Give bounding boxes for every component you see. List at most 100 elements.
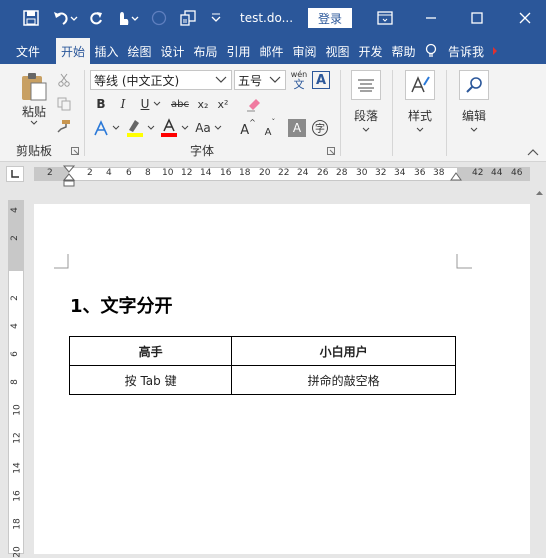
ribbon-tabs: 文件 开始 插入 绘图 设计 布局 引用 邮件 审阅 视图 开发 帮助 告诉我 (0, 36, 546, 64)
format-icon[interactable] (178, 6, 198, 30)
font-color-dropdown-icon[interactable] (180, 118, 190, 138)
table-cell[interactable]: 按 Tab 键 (68, 365, 233, 395)
grow-font-button[interactable]: A ^ (238, 118, 258, 138)
lightbulb-icon[interactable] (420, 38, 442, 64)
close-icon[interactable] (514, 6, 536, 30)
superscript-button[interactable]: x² (214, 94, 232, 114)
change-case-button[interactable]: Aa (192, 118, 214, 138)
tab-insert[interactable]: 插入 (90, 38, 123, 64)
editing-button[interactable]: 编辑 (454, 70, 494, 140)
tab-view[interactable]: 视图 (321, 38, 354, 64)
ruler-number: 24 (297, 168, 309, 178)
vertical-scrollbar[interactable] (533, 186, 546, 554)
ruler-number: 20 (12, 546, 23, 558)
ruler-number: 6 (9, 351, 20, 357)
shrink-font-button[interactable]: Aˇ (260, 118, 280, 138)
highlight-icon[interactable] (124, 116, 146, 140)
document-heading[interactable]: 1、文字分开 (70, 292, 173, 318)
clear-formatting-icon[interactable] (244, 94, 264, 114)
subscript-button[interactable]: x₂ (194, 94, 212, 114)
copy-icon[interactable] (54, 94, 74, 114)
touch-mode-icon[interactable] (112, 6, 142, 30)
indent-marker-icon[interactable] (63, 165, 75, 187)
ruler-number: 2 (47, 168, 53, 178)
margin-corner-mark (54, 254, 69, 269)
circle-icon[interactable] (150, 6, 168, 30)
ruler-number: 4 (9, 207, 20, 213)
scroll-up-icon[interactable] (535, 190, 544, 196)
paste-button[interactable]: 粘贴 (14, 70, 54, 126)
ruler-number: 28 (336, 168, 348, 178)
highlight-dropdown-icon[interactable] (146, 118, 156, 138)
document-table[interactable]: 高手 小白用户 按 Tab 键 拼命的敲空格 (68, 336, 456, 395)
cut-icon[interactable] (54, 70, 74, 90)
login-button[interactable]: 登录 (308, 8, 352, 28)
table-row: 高手 小白用户 (68, 336, 456, 366)
right-indent-marker-icon[interactable] (450, 172, 462, 182)
tell-me-search[interactable]: 告诉我 (442, 38, 490, 64)
font-launcher-icon[interactable] (326, 146, 336, 156)
styles-label: 样式 (407, 109, 432, 123)
collapse-ribbon-icon[interactable] (526, 146, 540, 158)
char-border-button[interactable]: A (312, 71, 330, 89)
table-cell[interactable]: 拼命的敲空格 (231, 365, 456, 395)
paste-dropdown-icon[interactable] (30, 120, 38, 126)
ruler-number: 30 (356, 168, 368, 178)
tab-selector-icon[interactable] (6, 166, 24, 182)
ruler-number: 22 (278, 168, 290, 178)
minimize-icon[interactable] (420, 6, 442, 30)
change-case-dropdown-icon[interactable] (213, 118, 223, 138)
ruler-number: 6 (126, 168, 132, 178)
tab-review[interactable]: 审阅 (288, 38, 321, 64)
text-effects-dropdown-icon[interactable] (111, 118, 121, 138)
separator (84, 70, 85, 156)
font-color-icon[interactable] (158, 116, 180, 140)
ruler-number: 10 (12, 404, 23, 416)
strikethrough-button[interactable]: abc (168, 94, 192, 114)
font-size-select[interactable]: 五号 (234, 70, 286, 90)
ruler-number: 4 (106, 168, 112, 178)
ruler-number: 4 (9, 323, 20, 329)
tab-draw[interactable]: 绘图 (123, 38, 156, 64)
tab-file[interactable]: 文件 (0, 38, 56, 64)
table-header-cell[interactable]: 高手 (68, 336, 233, 366)
tabs-scroll-icon[interactable] (490, 38, 500, 64)
shrink-font-label: A (264, 127, 272, 138)
document-page[interactable]: 1、文字分开 高手 小白用户 按 Tab 键 拼命的敲空格 (34, 204, 530, 554)
char-shading-button[interactable]: A (288, 119, 306, 137)
tab-help[interactable]: 帮助 (387, 38, 420, 64)
tab-design[interactable]: 设计 (156, 38, 189, 64)
ribbon-display-icon[interactable] (374, 6, 396, 30)
italic-button[interactable]: I (114, 94, 132, 114)
font-name-select[interactable]: 等线 (中文正文) (90, 70, 232, 90)
format-painter-icon[interactable] (54, 116, 74, 136)
table-header-cell[interactable]: 小白用户 (231, 336, 456, 366)
ruler-number: 32 (375, 168, 387, 178)
horizontal-ruler[interactable]: 2 2 4 6 8 10 12 14 16 18 20 22 24 26 28 30 32 34 36 38 42 44 4… (34, 165, 530, 187)
separator (392, 70, 393, 156)
svg-text:字: 字 (315, 122, 325, 135)
chevron-down-icon (269, 76, 281, 83)
undo-icon[interactable] (50, 6, 80, 30)
vertical-ruler[interactable]: 4 2 2 4 6 8 10 12 14 16 18 20 (8, 200, 24, 558)
grow-font-label: A (240, 123, 250, 138)
paragraph-button[interactable]: 段落 (346, 70, 386, 140)
customize-toolbar-icon[interactable] (207, 6, 225, 30)
styles-button[interactable]: 样式 (400, 70, 440, 140)
tab-mailings[interactable]: 邮件 (255, 38, 288, 64)
redo-icon[interactable] (86, 6, 106, 30)
tab-home[interactable]: 开始 (56, 38, 90, 64)
tab-layout[interactable]: 布局 (189, 38, 222, 64)
text-effects-button[interactable] (92, 118, 110, 138)
clipboard-launcher-icon[interactable] (70, 146, 80, 156)
tab-references[interactable]: 引用 (222, 38, 255, 64)
phonetic-guide-button[interactable]: wén 文 (288, 68, 310, 92)
ruler-number: 2 (9, 235, 20, 241)
save-icon[interactable] (20, 6, 42, 30)
bold-button[interactable]: B (92, 94, 110, 114)
maximize-icon[interactable] (466, 6, 488, 30)
font-group-label: 字体 (190, 144, 215, 158)
tab-developer[interactable]: 开发 (354, 38, 387, 64)
enclosed-char-icon[interactable]: 字 (310, 118, 330, 138)
underline-dropdown-icon[interactable] (152, 94, 162, 114)
